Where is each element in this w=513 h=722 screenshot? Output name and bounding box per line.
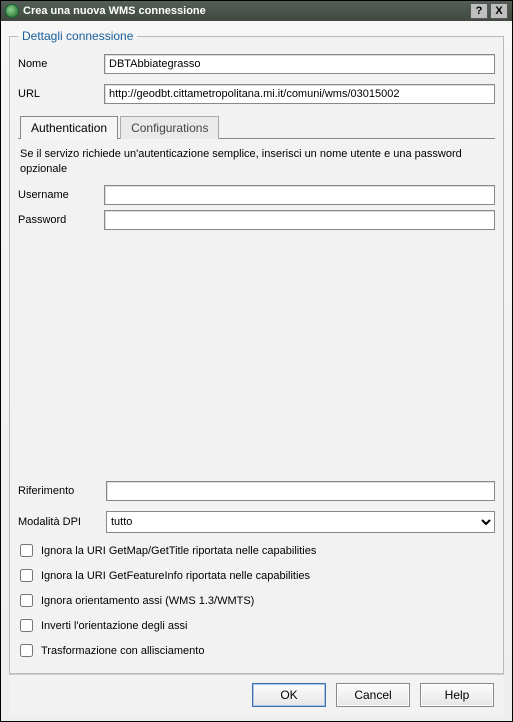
dpi-mode-select[interactable]: tutto: [106, 511, 495, 533]
auth-hint: Se il servizo richiede un'autenticazione…: [20, 147, 493, 177]
dpi-label: Modalità DPI: [18, 516, 106, 528]
referer-label: Riferimento: [18, 485, 106, 497]
dpi-row: Modalità DPI tutto: [18, 511, 495, 533]
dialog-button-bar: OK Cancel Help: [9, 674, 504, 715]
check-invert-axis[interactable]: Inverti l'orientazione degli assi: [20, 619, 493, 632]
url-input[interactable]: [104, 84, 495, 104]
checkbox-smooth-transform[interactable]: [20, 644, 33, 657]
username-label: Username: [18, 189, 104, 201]
name-row: Nome: [18, 54, 495, 74]
dialog-content: Dettagli connessione Nome URL Authentica…: [1, 21, 512, 721]
check-smooth-transform[interactable]: Trasformazione con allisciamento: [20, 644, 493, 657]
cancel-button[interactable]: Cancel: [336, 683, 410, 707]
referer-input[interactable]: [106, 481, 495, 501]
url-row: URL: [18, 84, 495, 104]
checkbox-invert-axis[interactable]: [20, 619, 33, 632]
checkbox-ignore-getmap[interactable]: [20, 544, 33, 557]
help-button[interactable]: Help: [420, 683, 494, 707]
close-icon: X: [495, 5, 502, 17]
group-legend: Dettagli connessione: [18, 29, 137, 43]
tab-configurations[interactable]: Configurations: [120, 116, 219, 139]
tab-bar: Authentication Configurations: [18, 115, 495, 138]
checkbox-label: Ignora la URI GetFeatureInfo riportata n…: [41, 570, 310, 582]
titlebar-close-button[interactable]: X: [490, 3, 508, 19]
tab-authentication[interactable]: Authentication: [20, 116, 118, 139]
dialog-window: Crea una nuova WMS connessione ? X Detta…: [0, 0, 513, 722]
check-ignore-getfeatureinfo[interactable]: Ignora la URI GetFeatureInfo riportata n…: [20, 569, 493, 582]
name-label: Nome: [18, 58, 104, 70]
checkbox-label: Ignora la URI GetMap/GetTitle riportata …: [41, 545, 316, 557]
authentication-panel: Se il servizo richiede un'autenticazione…: [18, 143, 495, 235]
name-input[interactable]: [104, 54, 495, 74]
username-row: Username: [18, 185, 495, 205]
password-input[interactable]: [104, 210, 495, 230]
app-icon: [5, 4, 19, 18]
checkbox-label: Inverti l'orientazione degli assi: [41, 620, 187, 632]
url-label: URL: [18, 88, 104, 100]
title-bar: Crea una nuova WMS connessione ? X: [1, 1, 512, 21]
check-ignore-axis[interactable]: Ignora orientamento assi (WMS 1.3/WMTS): [20, 594, 493, 607]
window-title: Crea una nuova WMS connessione: [23, 5, 206, 17]
spacer-area: [18, 235, 495, 476]
titlebar-help-button[interactable]: ?: [470, 3, 488, 19]
username-input[interactable]: [104, 185, 495, 205]
help-icon: ?: [476, 5, 483, 17]
ok-button[interactable]: OK: [252, 683, 326, 707]
password-row: Password: [18, 210, 495, 230]
checkbox-label: Trasformazione con allisciamento: [41, 645, 204, 657]
checkbox-ignore-axis[interactable]: [20, 594, 33, 607]
check-ignore-getmap[interactable]: Ignora la URI GetMap/GetTitle riportata …: [20, 544, 493, 557]
connection-details-group: Dettagli connessione Nome URL Authentica…: [9, 29, 504, 674]
checkbox-ignore-getfeatureinfo[interactable]: [20, 569, 33, 582]
referer-row: Riferimento: [18, 481, 495, 501]
checkbox-label: Ignora orientamento assi (WMS 1.3/WMTS): [41, 595, 254, 607]
password-label: Password: [18, 214, 104, 226]
